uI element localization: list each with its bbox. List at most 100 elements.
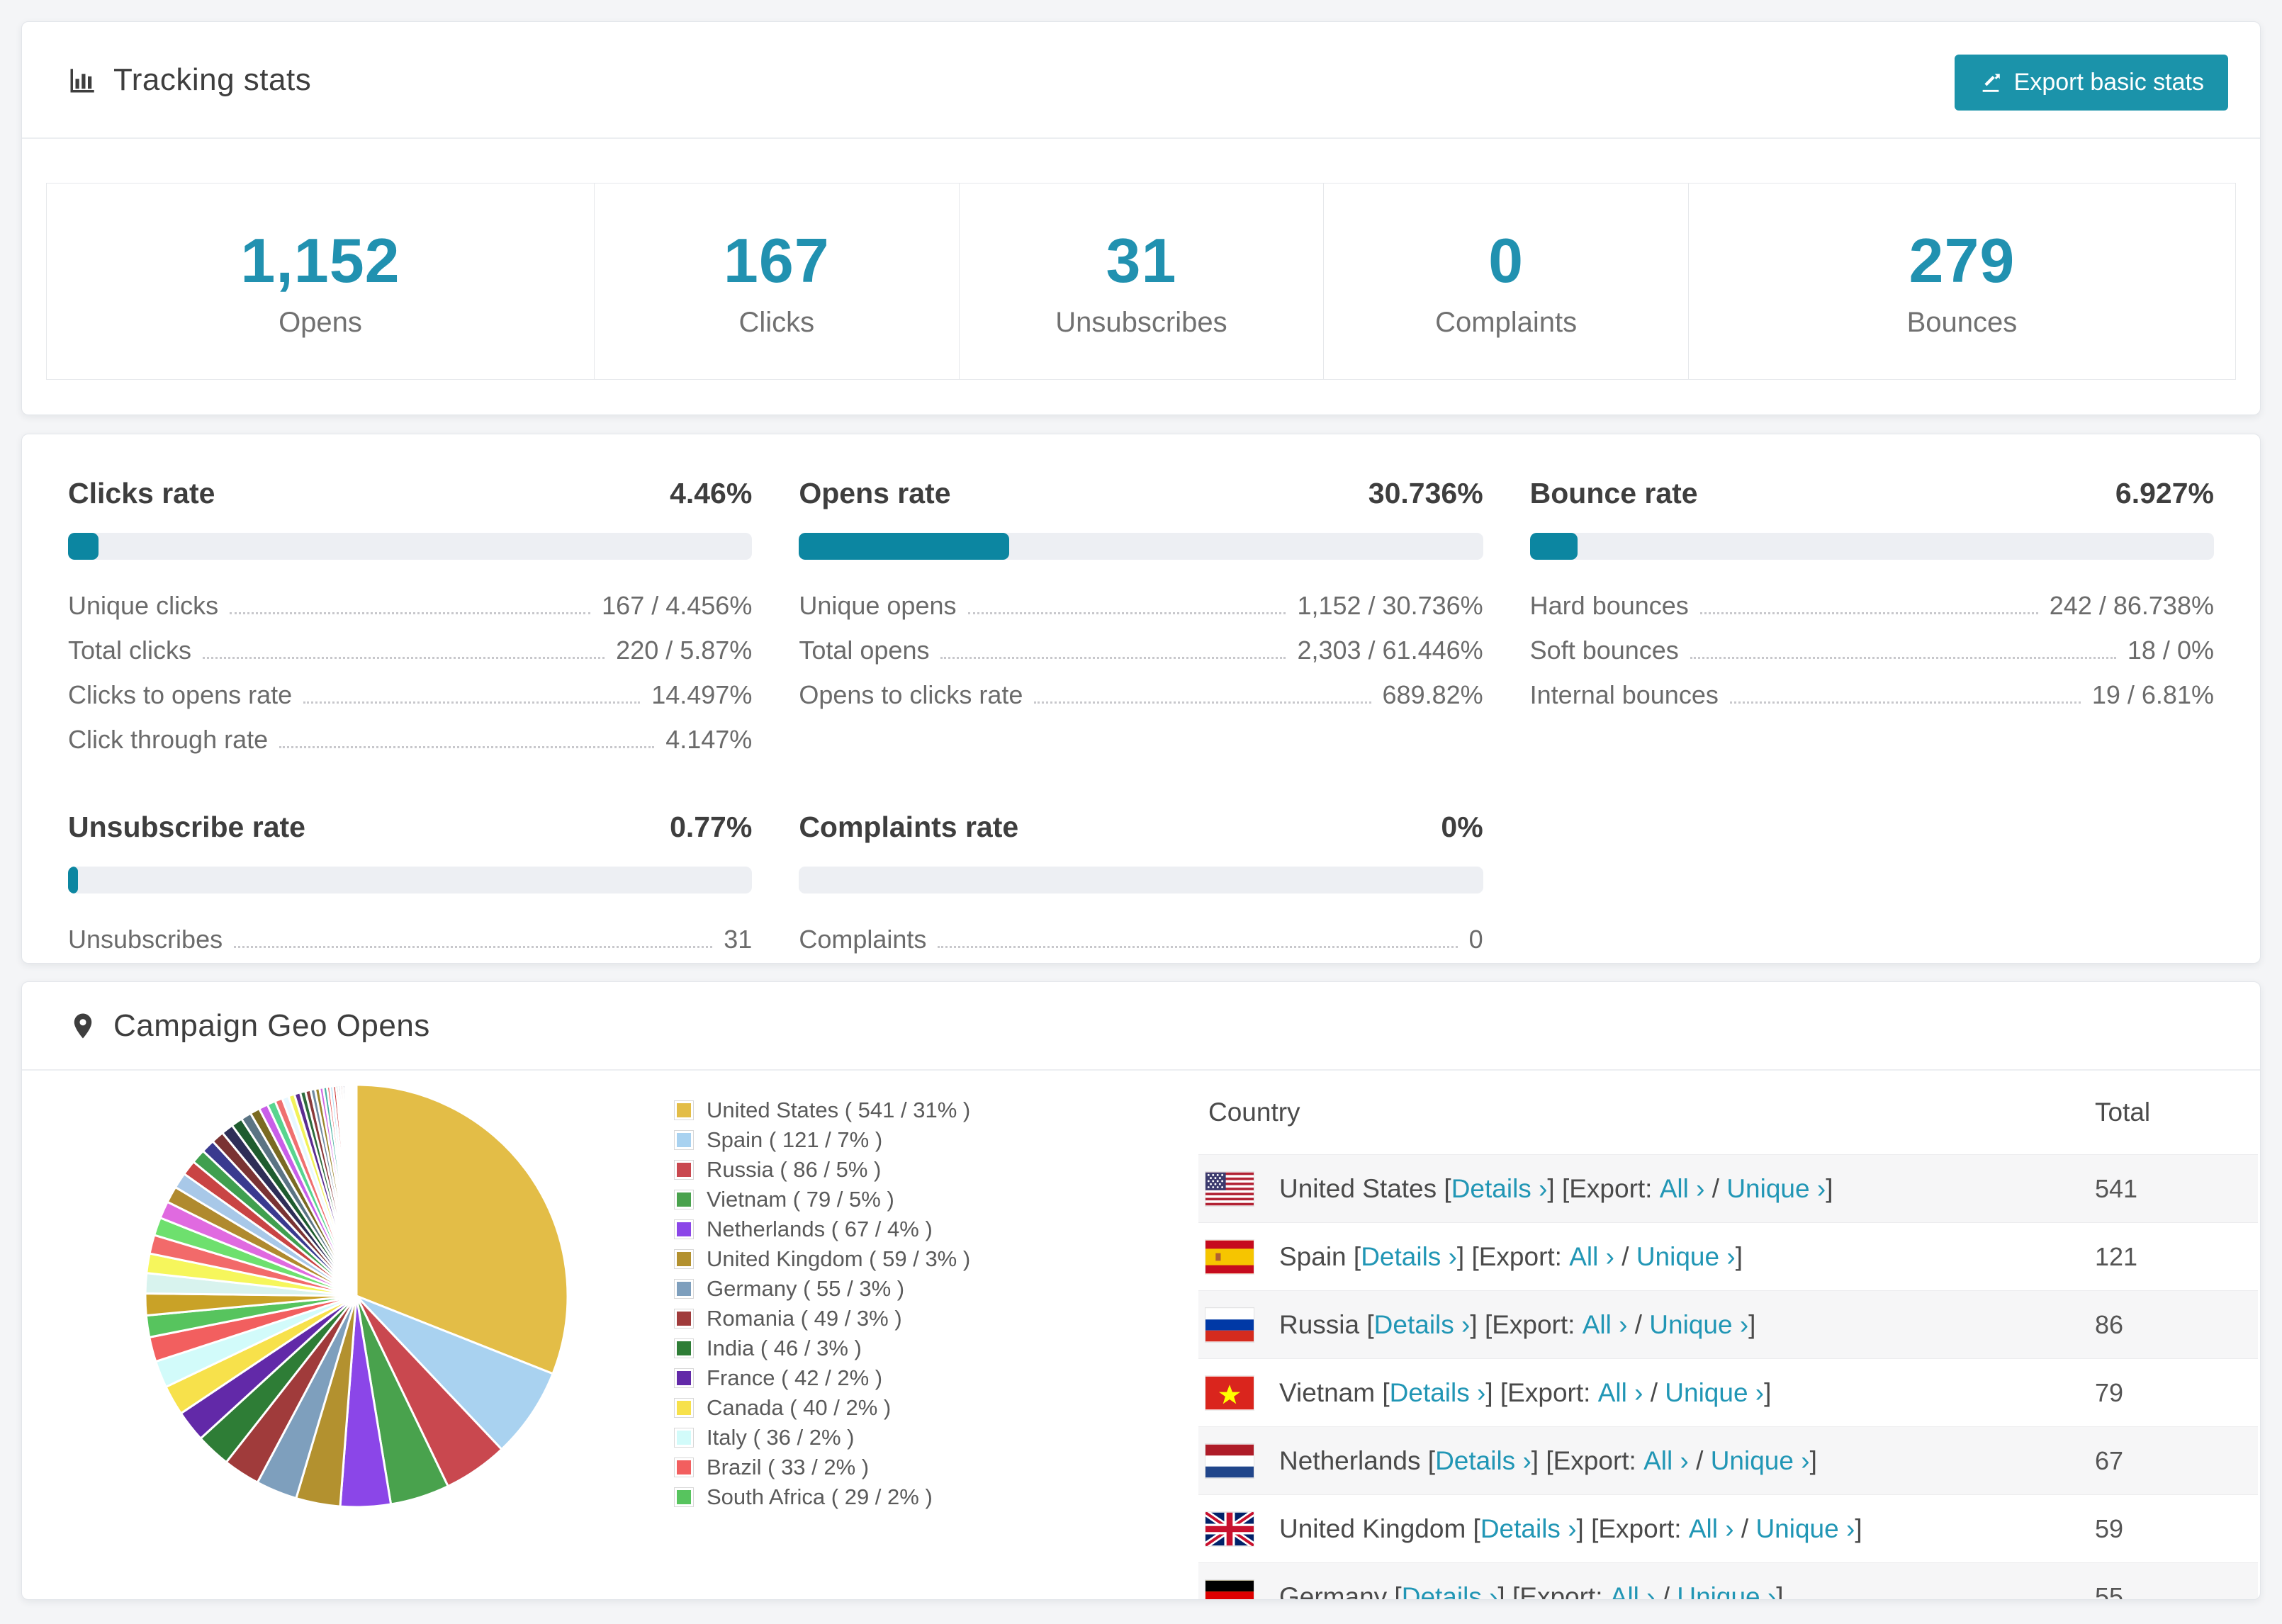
rate-progress-fill bbox=[1529, 533, 1578, 560]
country-cell: United Kingdom [Details ›] [Export: All … bbox=[1198, 1511, 2095, 1546]
details-link[interactable]: Details › bbox=[1390, 1378, 1486, 1408]
link-separator: / bbox=[1704, 1173, 1727, 1203]
rate-title: Opens rate bbox=[799, 477, 951, 509]
export-all-link[interactable]: All › bbox=[1598, 1378, 1643, 1408]
stat-value: 167 bbox=[723, 225, 830, 295]
legend-item-germany: Germany ( 55 / 3% ) bbox=[674, 1274, 970, 1304]
total-cell: 86 bbox=[2095, 1309, 2124, 1339]
rate-progress-fill bbox=[68, 867, 78, 893]
stat-value: 279 bbox=[1909, 225, 2016, 295]
us-flag-icon bbox=[1205, 1172, 1254, 1206]
rate-title-row: Unsubscribe rate 0.77% bbox=[68, 811, 752, 844]
export-all-link[interactable]: All › bbox=[1610, 1582, 1656, 1600]
details-link[interactable]: Details › bbox=[1435, 1446, 1531, 1476]
stat-label: Bounces bbox=[1906, 306, 2018, 338]
legend-label: Italy ( 36 / 2% ) bbox=[707, 1425, 855, 1450]
rate-progress-track bbox=[1529, 533, 2214, 560]
legend-label: Netherlands ( 67 / 4% ) bbox=[707, 1217, 933, 1241]
pie-legend: United States ( 541 / 31% ) Spain ( 121 /… bbox=[674, 1095, 970, 1512]
legend-color-marker bbox=[674, 1130, 694, 1150]
stat-cell-bounces: 279 Bounces bbox=[1687, 184, 2235, 379]
export-unique-link[interactable]: Unique › bbox=[1665, 1378, 1764, 1408]
export-all-link[interactable]: All › bbox=[1660, 1174, 1705, 1204]
legend-color-marker bbox=[674, 1487, 694, 1507]
stat-value: 31 bbox=[1106, 225, 1177, 295]
link-separator: / bbox=[1688, 1445, 1711, 1475]
legend-label: South Africa ( 29 / 2% ) bbox=[707, 1484, 933, 1509]
country-name: Spain bbox=[1279, 1241, 1347, 1271]
geo-opens-pie-chart[interactable] bbox=[130, 1069, 583, 1523]
bar-chart-icon bbox=[70, 68, 94, 92]
bracket: ] bbox=[1470, 1309, 1485, 1339]
legend-color-marker bbox=[674, 1428, 694, 1448]
rate-stat-label: Total opens bbox=[799, 636, 930, 665]
rate-stat-value: 220 / 5.87% bbox=[616, 636, 753, 665]
country-column-header: Country bbox=[1208, 1098, 1300, 1127]
rate-panel-unsubscribe-rate: Unsubscribe rate 0.77% Unsubscribes 31 bbox=[68, 811, 753, 969]
rate-stat-label: Internal bounces bbox=[1529, 680, 1719, 709]
export-unique-link[interactable]: Unique › bbox=[1649, 1310, 1748, 1340]
rate-stat-value: 19 / 6.81% bbox=[2091, 680, 2214, 709]
legend-label: United States ( 541 / 31% ) bbox=[707, 1098, 971, 1122]
rate-stat-value: 689.82% bbox=[1382, 680, 1483, 709]
total-cell: 79 bbox=[2095, 1377, 2124, 1407]
details-link[interactable]: Details › bbox=[1480, 1514, 1577, 1544]
legend-label: Romania ( 49 / 3% ) bbox=[707, 1306, 902, 1331]
dotted-leader bbox=[303, 701, 641, 704]
export-all-link[interactable]: All › bbox=[1583, 1310, 1628, 1340]
export-all-link[interactable]: All › bbox=[1689, 1514, 1734, 1544]
stat-label: Opens bbox=[279, 306, 362, 338]
export-unique-link[interactable]: Unique › bbox=[1636, 1242, 1736, 1272]
bracket: ] bbox=[1776, 1581, 1784, 1600]
export-basic-stats-button[interactable]: Export basic stats bbox=[1954, 55, 2228, 111]
rate-stat-label: Unsubscribes bbox=[68, 925, 223, 954]
details-link[interactable]: Details › bbox=[1374, 1310, 1471, 1340]
dotted-leader bbox=[279, 746, 655, 748]
rate-value: 0% bbox=[1441, 811, 1483, 843]
geo-table-header: Country Total bbox=[1198, 1071, 2258, 1154]
geo-table-row-netherlands: Netherlands [Details ›] [Export: All › /… bbox=[1198, 1426, 2258, 1494]
tracking-stats-title: Tracking stats bbox=[68, 62, 311, 98]
bracket: [ bbox=[1359, 1309, 1374, 1339]
legend-item-netherlands: Netherlands ( 67 / 4% ) bbox=[674, 1214, 970, 1244]
export-prefix: [Export: bbox=[1591, 1513, 1689, 1543]
bracket: ] bbox=[1456, 1241, 1472, 1271]
country-name: Vietnam bbox=[1279, 1377, 1376, 1407]
rate-stat-value: 18 / 0% bbox=[2127, 636, 2214, 665]
legend-item-russia: Russia ( 86 / 5% ) bbox=[674, 1155, 970, 1185]
rate-stat-line: Hard bounces 242 / 86.738% bbox=[1530, 591, 2214, 621]
tracking-stats-header: Tracking stats Export basic stats bbox=[22, 22, 2260, 139]
details-link[interactable]: Details › bbox=[1402, 1582, 1498, 1600]
dotted-leader bbox=[1699, 612, 2038, 614]
export-all-link[interactable]: All › bbox=[1643, 1446, 1689, 1476]
campaign-geo-opens-header: Campaign Geo Opens bbox=[22, 982, 2260, 1071]
dotted-leader bbox=[1729, 701, 2081, 704]
bracket: ] bbox=[1547, 1173, 1562, 1203]
stat-cell-opens: 1,152 Opens bbox=[47, 184, 594, 379]
rate-panel-clicks-rate: Clicks rate 4.46% Unique clicks 167 / 4.… bbox=[68, 477, 753, 769]
export-all-link[interactable]: All › bbox=[1569, 1242, 1614, 1272]
country-cell: Netherlands [Details ›] [Export: All › /… bbox=[1198, 1444, 2095, 1478]
country-cell: Vietnam [Details ›] [Export: All › / Uni… bbox=[1198, 1376, 2095, 1410]
rate-stat-line: Unique clicks 167 / 4.456% bbox=[68, 591, 752, 621]
details-link[interactable]: Details › bbox=[1451, 1174, 1548, 1204]
export-unique-link[interactable]: Unique › bbox=[1711, 1446, 1810, 1476]
bracket: ] bbox=[1855, 1513, 1862, 1543]
stat-value: 1,152 bbox=[240, 225, 400, 295]
dotted-leader bbox=[967, 612, 1286, 614]
rate-stat-label: Unique clicks bbox=[68, 591, 219, 620]
legend-item-italy: Italy ( 36 / 2% ) bbox=[674, 1423, 970, 1453]
export-unique-link[interactable]: Unique › bbox=[1726, 1174, 1826, 1204]
map-pin-icon bbox=[74, 1013, 92, 1038]
export-unique-link[interactable]: Unique › bbox=[1677, 1582, 1776, 1600]
rate-title: Unsubscribe rate bbox=[68, 811, 305, 843]
geo-opens-table: Country Total United States [Details ›] … bbox=[1198, 1071, 2258, 1600]
geo-table-row-united-kingdom: United Kingdom [Details ›] [Export: All … bbox=[1198, 1494, 2258, 1562]
geo-table-row-united-states: United States [Details ›] [Export: All ›… bbox=[1198, 1154, 2258, 1222]
details-link[interactable]: Details › bbox=[1361, 1242, 1457, 1272]
gb-flag-icon bbox=[1205, 1511, 1254, 1546]
country-cell: Spain [Details ›] [Export: All › / Uniqu… bbox=[1198, 1240, 2095, 1274]
export-unique-link[interactable]: Unique › bbox=[1755, 1514, 1855, 1544]
total-cell: 55 bbox=[2095, 1581, 2124, 1600]
rate-stat-label: Clicks to opens rate bbox=[68, 680, 293, 709]
